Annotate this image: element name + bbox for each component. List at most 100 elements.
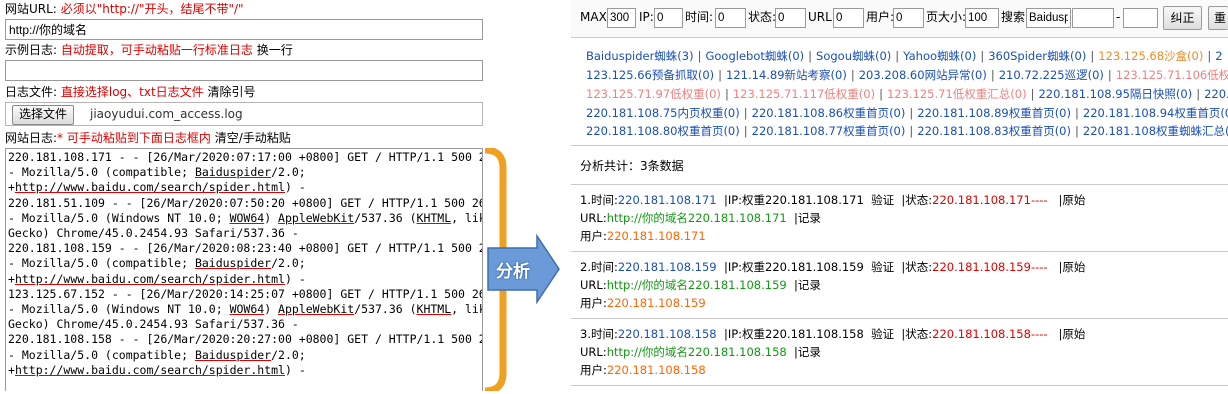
spider-link[interactable]: Sogou蜘蛛(0) [816, 49, 891, 63]
fix-button[interactable]: 纠正 [1163, 6, 1202, 30]
site-url-input[interactable] [5, 19, 483, 40]
search-label: 搜索: [1001, 10, 1030, 24]
pagesize-input[interactable] [965, 8, 999, 28]
spider-link[interactable]: 123.125.71.117低权重(0) [733, 87, 875, 101]
remove-quotes-link[interactable]: 清除引号 [208, 85, 256, 99]
record-url-label: URL: [580, 278, 607, 292]
clear-log-link[interactable]: 清空/手动粘贴 [215, 131, 291, 145]
search-input-3[interactable] [1123, 8, 1158, 28]
separator: | [1075, 106, 1079, 120]
record-url[interactable]: http://你的域名220.181.108.158 [607, 345, 787, 359]
ip-label: IP: [639, 10, 654, 24]
verify-link[interactable]: 验证 [871, 193, 894, 207]
separator: | [697, 49, 702, 63]
separator: | [850, 68, 855, 82]
record-ip: |IP:权重220.181.108.171 [716, 193, 872, 207]
log-line: +http://www.baidu.com/search/spider.html… [8, 362, 306, 377]
log-textarea[interactable]: 220.181.108.171 - - [26/Mar/2020:07:17:0… [5, 148, 483, 391]
sample-hint: 自动提取，可手动粘贴一行标准日志 [60, 43, 253, 57]
log-line: - Mozilla/5.0 (compatible; Baiduspider/2… [8, 256, 306, 271]
separator: | [909, 106, 914, 120]
next-line-link[interactable]: 换一行 [257, 43, 293, 57]
spider-link[interactable]: 220.181.108.80权重首页(0) [586, 124, 740, 138]
verify-link[interactable]: 验证 [871, 327, 894, 341]
file-hint: 直接选择log、txt日志文件 [60, 85, 204, 99]
spider-link[interactable]: 360Spider蜘蛛(0) [988, 49, 1086, 63]
log-line: 123.125.67.152 - - [26/Mar/2020:14:25:07… [8, 286, 483, 301]
original-link[interactable]: |原始 [1048, 327, 1086, 341]
result-panel: MAX: IP: 时间: 状态: URL: 用户: 页大小: 搜索: - 纠正 … [571, 0, 1228, 391]
log-label-row: 网站日志:* 可手动粘贴到下面日志框内 清空/手动粘贴 [5, 130, 291, 146]
separator: | [718, 68, 723, 82]
spider-link[interactable]: 123.125.71低权重汇总(0) [887, 87, 1027, 101]
record-link[interactable]: |记录 [787, 211, 821, 225]
original-link[interactable]: |原始 [1048, 193, 1086, 207]
record-line-2: URL:http://你的域名220.181.108.171 |记录 [580, 209, 821, 227]
user-input[interactable] [893, 8, 924, 28]
log-line: - Mozilla/5.0 (compatible; Baiduspider/2… [8, 165, 306, 180]
choose-file-button[interactable]: 选择文件 [12, 105, 75, 125]
record-url-label: URL: [580, 345, 607, 359]
spider-link[interactable]: 210.72.225巡逻(0) [999, 68, 1104, 82]
spider-link[interactable]: 121.14.89新站考察(0) [726, 68, 847, 82]
separator: | [879, 87, 883, 101]
verify-link[interactable]: 验证 [871, 260, 894, 274]
record-line-3: 用户:220.181.108.171 [580, 227, 706, 245]
spider-link[interactable]: 220.181.108.95隔日快照(0) [1038, 87, 1192, 101]
record-line-2: URL:http://你的域名220.181.108.159 |记录 [580, 276, 821, 294]
spider-row-3: 123.125.71.97低权重(0) | 123.125.71.117低权重(0)… [586, 85, 1228, 105]
search-input[interactable] [1026, 8, 1071, 28]
search-input-2[interactable] [1072, 8, 1114, 28]
original-link[interactable]: |原始 [1048, 260, 1086, 274]
analyze-label: 分析 [496, 262, 530, 282]
spider-link[interactable]: 123.125.71.97低权重(0) [586, 87, 721, 101]
spider-link[interactable]: 220.181.108.86权重首页(0) [752, 106, 906, 120]
spider-link[interactable]: Baiduspider蜘蛛(3) [586, 49, 694, 63]
url-label-row: 网站URL: 必须以"http://"开头，结尾不带"/" [5, 1, 244, 17]
file-label-row: 日志文件: 直接选择log、txt日志文件 清除引号 [5, 84, 256, 100]
spider-link[interactable]: 2 [1215, 49, 1222, 63]
separator: | [980, 49, 985, 63]
record-link[interactable]: |记录 [787, 278, 821, 292]
file-picker[interactable]: 选择文件 jiaoyudui.com_access.log [5, 102, 483, 126]
ip-input[interactable] [654, 8, 683, 28]
spider-link[interactable]: 123.125.71.106低权重 [1116, 68, 1228, 82]
analyze-arrow[interactable]: 分析 [481, 146, 560, 394]
log-line: 220.181.108.159 - - [26/Mar/2020:08:23:4… [8, 241, 483, 256]
url-label: 网站URL: [5, 2, 57, 16]
max-input[interactable] [607, 8, 636, 28]
file-label: 日志文件: [5, 85, 58, 99]
spider-link[interactable]: 203.208.60网站异常(0) [859, 68, 987, 82]
record-url[interactable]: http://你的域名220.181.108.159 [607, 278, 787, 292]
spider-link[interactable]: 220.181.108.89权重首页(0) [917, 106, 1071, 120]
pagesize-label: 页大小: [926, 10, 967, 24]
separator: | [1107, 68, 1112, 82]
spider-link[interactable]: Yahoo蜘蛛(0) [903, 49, 976, 63]
record-url[interactable]: http://你的域名220.181.108.171 [607, 211, 787, 225]
status-input[interactable] [775, 8, 806, 28]
url-hint: 必须以"http://"开头，结尾不带"/" [60, 2, 244, 16]
log-label: 网站日志: [5, 131, 58, 145]
spider-link[interactable]: Googlebot蜘蛛(0) [705, 49, 804, 63]
spider-link[interactable]: 123.125.66预备抓取(0) [586, 68, 714, 82]
sample-log-input[interactable] [5, 60, 483, 81]
record-status-label: |状态: [894, 193, 933, 207]
spider-link[interactable]: 220.181.108.83权重首页(0) [917, 124, 1071, 138]
url-filter-input[interactable] [833, 8, 864, 28]
spider-link[interactable]: 220.181.108.94权重首页(0) [1083, 106, 1228, 120]
record-line-3: 用户:220.181.108.159 [580, 294, 706, 312]
separator: | [1196, 87, 1201, 101]
record-user: 220.181.108.171 [606, 229, 706, 243]
spider-link[interactable]: 220.1 [1204, 87, 1228, 101]
time-input[interactable] [715, 8, 746, 28]
status-label: 状态: [748, 10, 777, 24]
spider-link[interactable]: 220.181.108.77权重首页(0) [752, 124, 906, 138]
spider-link[interactable]: 123.125.68沙盒(0) [1098, 49, 1203, 63]
separator: | [808, 49, 813, 63]
spider-link[interactable]: 220.181.108.75内页权重(0) [586, 106, 740, 120]
reset-button[interactable]: 重 [1208, 6, 1228, 30]
record-link[interactable]: |记录 [787, 345, 821, 359]
separator: | [743, 106, 748, 120]
separator: | [895, 49, 900, 63]
spider-link[interactable]: 220.181.108权重蜘蛛汇总(3 [1083, 124, 1228, 138]
